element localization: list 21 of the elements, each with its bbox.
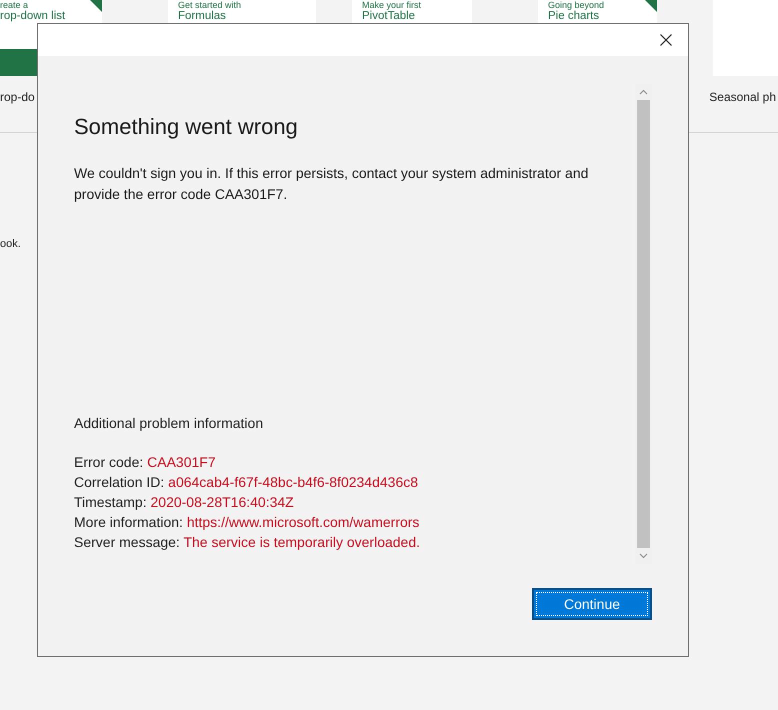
tile-title: Formulas	[178, 10, 227, 22]
continue-button[interactable]: Continue	[532, 588, 652, 620]
tile-title: rop-down list	[0, 10, 66, 22]
tile-kicker: Get started with	[178, 0, 242, 10]
tile-kicker: reate a	[0, 0, 30, 10]
detail-line: Correlation ID: a064cab4-f67f-48bc-b4f6-8f0234d436c8	[74, 473, 420, 492]
description-text: ook.	[0, 238, 21, 250]
detail-line: Timestamp: 2020-08-28T16:40:34Z	[74, 493, 295, 512]
error-message: We couldn't sign you in. If this error persists, contact your system administrator and provide the error code CAA301F7.	[74, 164, 590, 204]
detail-line: Server message: The service is temporarily overloaded.	[74, 533, 422, 552]
detail-line: More information: https://www.microsoft.com/wamerrors	[74, 513, 420, 532]
details-heading: Additional problem information	[74, 415, 264, 431]
tile-kicker: Make your first	[362, 0, 422, 10]
tile-caption: Seasonal ph	[709, 90, 776, 106]
tile-kicker: Going beyond	[548, 0, 606, 10]
dialog-title: Something went wrong	[74, 114, 299, 140]
close-icon[interactable]	[660, 34, 672, 46]
tile-caption: rop-do	[0, 90, 35, 106]
tile-title: PivotTable	[362, 10, 416, 22]
detail-line: Error code: CAA301F7	[74, 453, 217, 472]
tile-title: Pie charts	[548, 10, 600, 22]
